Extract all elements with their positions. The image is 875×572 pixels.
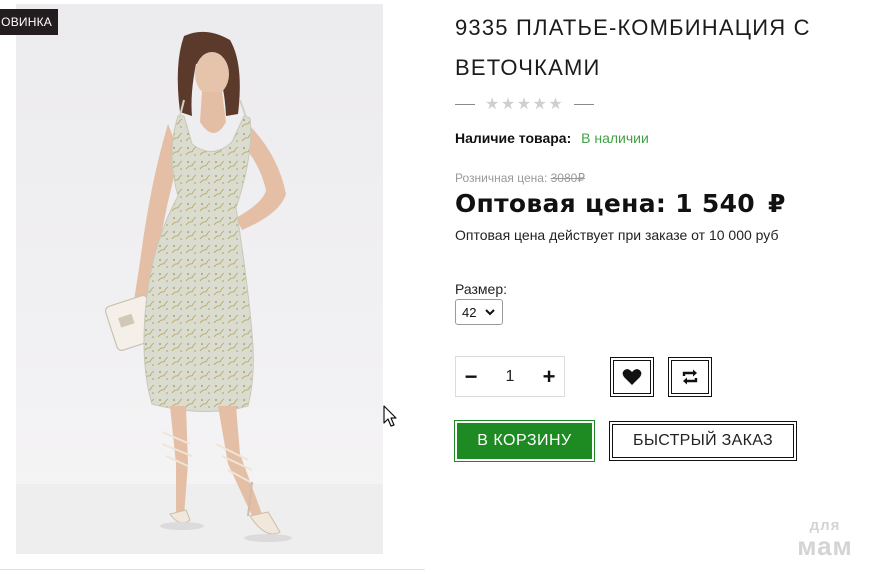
new-badge: ОВИНКА [0, 9, 58, 35]
quantity-stepper[interactable]: − 1 + [455, 356, 565, 397]
chevron-down-icon [485, 309, 495, 316]
quick-order-button[interactable]: БЫСТРЫЙ ЗАКАЗ [609, 421, 797, 461]
wholesale-price: Оптовая цена: 1 540 ₽ [455, 189, 786, 218]
wholesale-price-label: Оптовая цена: [455, 189, 667, 218]
currency-symbol: ₽ [768, 189, 786, 218]
quantity-minus-button[interactable]: − [456, 357, 486, 396]
rating[interactable]: ★★★★★ [455, 94, 595, 114]
size-selected-value: 42 [462, 304, 477, 320]
availability: Наличие товара: В наличии [455, 130, 649, 146]
heart-icon [622, 369, 642, 385]
wishlist-button[interactable] [610, 357, 654, 397]
rating-divider-right [574, 103, 595, 105]
retail-price: Розничная цена: 3080₽ [455, 171, 585, 185]
quantity-plus-button[interactable]: + [534, 357, 564, 396]
compare-button[interactable] [668, 357, 712, 397]
mouse-cursor-icon [383, 405, 397, 427]
availability-value: В наличии [581, 130, 649, 146]
divider [0, 569, 425, 570]
model-photo-illustration [16, 31, 383, 554]
availability-label: Наличие товара: [455, 130, 572, 146]
rating-stars-icon[interactable]: ★★★★★ [485, 94, 564, 114]
size-label: Размер: [455, 281, 508, 297]
wholesale-note: Оптовая цена действует при заказе от 10 … [455, 227, 779, 243]
retail-price-label: Розничная цена: [455, 171, 548, 185]
size-select[interactable]: 42 [455, 299, 503, 325]
rating-divider-left [455, 103, 475, 105]
quantity-value[interactable]: 1 [506, 368, 515, 386]
product-photo[interactable] [16, 4, 383, 554]
retail-price-value: 3080₽ [550, 171, 585, 185]
compare-arrows-icon [682, 369, 698, 385]
wholesale-price-value: 1 540 [675, 189, 755, 218]
add-to-cart-button[interactable]: В КОРЗИНУ [454, 420, 595, 462]
watermark-line2: мам [797, 531, 853, 561]
watermark-logo: для мам [788, 518, 862, 559]
product-title: 9335 ПЛАТЬЕ-КОМБИНАЦИЯ С ВЕТОЧКАМИ [455, 15, 811, 80]
